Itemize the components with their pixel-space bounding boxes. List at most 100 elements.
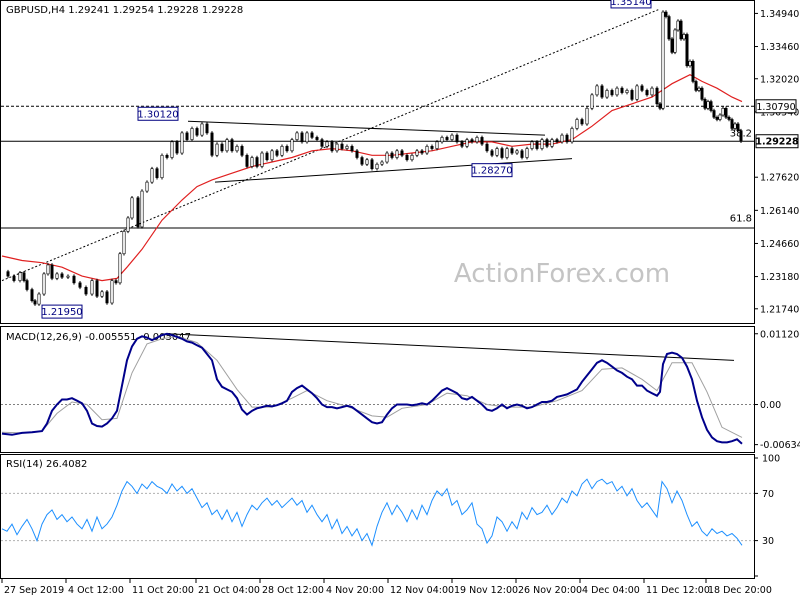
candle-body (658, 103, 662, 109)
candle-body (440, 137, 444, 143)
price-tick-label: 1.21740 (760, 304, 799, 315)
candle-body (667, 16, 671, 40)
candle-body (718, 114, 722, 120)
candle-body (390, 152, 394, 158)
candle-body (185, 132, 189, 140)
current-price-tag: 1.29228 (755, 137, 799, 148)
candle-body (380, 161, 384, 165)
price-tick-label: 1.26140 (760, 206, 799, 217)
macd-panel-frame (0, 326, 755, 453)
candle-body (50, 264, 54, 279)
candle-body (703, 99, 707, 109)
candle-body (155, 168, 159, 178)
candle-body (285, 146, 289, 152)
x-tick-label: 12 Nov 04:00 (390, 585, 454, 596)
candle-body (600, 85, 604, 98)
candle-body (610, 90, 614, 96)
candle-body (545, 139, 549, 147)
x-tick-label: 11 Oct 20:00 (132, 585, 194, 596)
candle-body (655, 87, 659, 105)
candle-body (255, 157, 259, 167)
candle-body (465, 139, 469, 147)
candle-body (679, 20, 683, 40)
candle-body (145, 181, 149, 192)
candle-body (721, 107, 725, 116)
candle-body (340, 143, 344, 149)
candle-body (220, 143, 224, 152)
candle-body (697, 87, 701, 91)
candle-body (635, 85, 639, 100)
candle-body (570, 128, 574, 143)
candle-body (615, 87, 619, 96)
candle-body (265, 152, 269, 161)
candle-body (250, 157, 254, 167)
candle-body (645, 90, 649, 96)
candle-body (375, 163, 379, 170)
candle-body (190, 128, 194, 140)
candle-body (78, 282, 82, 288)
candle-body (530, 141, 534, 149)
x-tick-label: 26 Nov 20:00 (518, 585, 582, 596)
candle-body (685, 34, 689, 67)
candle-body (385, 152, 389, 163)
candle-body (555, 139, 559, 143)
candle-body (310, 132, 314, 138)
candle-body (37, 293, 41, 305)
price-header: GBPUSD,H4 1.29241 1.29254 1.29228 1.2922… (6, 5, 243, 16)
candle-body (90, 280, 94, 295)
candle-body (118, 253, 122, 284)
candle-body (585, 107, 589, 125)
candle-body (664, 11, 668, 17)
candle-body (136, 197, 140, 228)
price-tick-label: 1.33460 (760, 42, 799, 53)
price-label: 1.30120 (137, 109, 178, 120)
candle-body (727, 116, 731, 120)
candle-body (330, 141, 334, 152)
candle-body (200, 123, 204, 136)
candle-body (515, 150, 519, 154)
x-tick-label: 27 Sep 2019 (4, 585, 64, 596)
macd-tick-label: -0.006349 (760, 440, 800, 451)
rsi-tick-label: 70 (762, 489, 774, 500)
candle-body (320, 139, 324, 147)
candle-body (691, 61, 695, 82)
candle-body (520, 150, 524, 158)
candle-body (605, 90, 609, 98)
candle-body (682, 34, 686, 40)
candle-body (575, 119, 579, 129)
candle-body (445, 137, 449, 140)
price-tick-label: 1.23180 (760, 272, 799, 283)
candle-body (670, 38, 674, 53)
candle-body (290, 139, 294, 152)
candle-body (175, 141, 179, 154)
candle-body (46, 264, 50, 275)
candle-body (230, 139, 234, 152)
candle-body (66, 275, 70, 278)
candle-body (195, 128, 199, 136)
candle-body (130, 197, 134, 219)
candle-body (105, 291, 109, 304)
fib-label: 61.8 (730, 214, 752, 225)
candle-body (84, 287, 88, 295)
candle-body (505, 148, 509, 158)
candle-body (430, 146, 434, 149)
candle-body (688, 61, 692, 67)
candle-body (270, 150, 274, 161)
price-tick-label: 1.24660 (760, 239, 799, 250)
candle-body (72, 275, 76, 284)
candle-body (712, 110, 716, 118)
candle-body (60, 273, 64, 278)
candle-body (525, 148, 529, 158)
candle-body (180, 132, 184, 154)
candle-body (295, 132, 299, 140)
rsi-header: RSI(14) 26.4082 (6, 459, 87, 470)
candle-body (650, 87, 654, 96)
candle-body (18, 272, 22, 281)
x-tick-label: 4 Dec 04:00 (582, 585, 640, 596)
candle-body (724, 107, 728, 118)
candle-body (365, 159, 369, 165)
candle-body (420, 150, 424, 154)
candle-body (490, 150, 494, 156)
rsi-panel-frame (0, 454, 755, 579)
candle-body (300, 132, 304, 143)
